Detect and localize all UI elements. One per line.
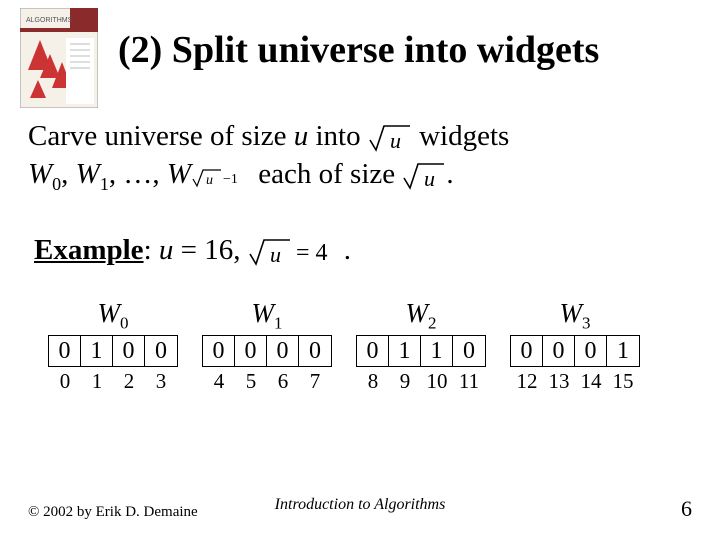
text: widgets [412,120,509,152]
footer-title: Introduction to Algorithms [275,496,446,514]
widget-block: W1 0 0 0 0 4 5 6 7 [202,298,332,394]
page-number: 6 [681,496,692,522]
index: 4 [203,369,235,394]
var-w: W [167,158,191,190]
var-u: u [294,120,309,152]
index: 6 [267,369,299,394]
example-label: Example [34,234,144,266]
index: 8 [357,369,389,394]
sub: 3 [582,313,591,332]
index: 14 [575,369,607,394]
svg-text:u: u [390,128,401,153]
widget-block: W2 0 1 1 0 8 9 10 11 [356,298,486,394]
index: 3 [145,369,177,394]
index: 12 [511,369,543,394]
sqrt-u-icon: u [368,122,412,154]
index: 7 [299,369,331,394]
index: 1 [81,369,113,394]
sqrt-u-icon: u [402,160,446,192]
widget-block: W0 0 1 0 0 0 1 2 3 [48,298,178,394]
cell: 1 [389,336,421,366]
widget-label: W3 [560,298,591,333]
svg-text:−1: −1 [223,172,238,187]
cell: 1 [421,336,453,366]
w: W [560,298,583,328]
cell: 0 [299,336,331,366]
w: W [98,298,121,328]
cell: 0 [357,336,389,366]
cell: 1 [607,336,639,366]
text: Carve universe of size [28,120,294,152]
widget-label: W1 [252,298,283,333]
text: , …, [109,158,167,190]
index: 13 [543,369,575,394]
sub: 1 [100,173,109,193]
var-w: W [76,158,100,190]
svg-text:u: u [206,173,213,188]
sub: 0 [52,173,61,193]
cell: 1 [81,336,113,366]
widget-row: W0 0 1 0 0 0 1 2 3 W1 0 0 [48,298,688,394]
index: 2 [113,369,145,394]
indices: 0 1 2 3 [49,369,177,394]
cells: 0 1 0 0 [48,335,178,367]
sqrt-u-minus-1-subscript-icon: u −1 [191,167,251,189]
cell: 0 [145,336,177,366]
text: : [144,234,159,266]
widget-block: W3 0 0 0 1 12 13 14 15 [510,298,640,394]
widget-label: W0 [98,298,129,333]
svg-text:u: u [270,242,281,267]
w: W [252,298,275,328]
text: . [446,158,453,190]
svg-text:u: u [424,166,435,191]
index: 0 [49,369,81,394]
text: , [61,158,76,190]
example-line: Example: u = 16, u = 4. [34,234,351,268]
widget-table: W0 0 1 0 0 0 1 2 3 W1 0 0 [48,298,688,394]
cell: 0 [453,336,485,366]
cell: 0 [49,336,81,366]
cells: 0 1 1 0 [356,335,486,367]
indices: 8 9 10 11 [357,369,485,394]
copyright-text: © 2002 by Erik D. Demaine [28,504,198,521]
text: = 16, [173,234,247,266]
cell: 0 [267,336,299,366]
indices: 4 5 6 7 [203,369,331,394]
index: 15 [607,369,639,394]
widget-label: W2 [406,298,437,333]
cell: 0 [543,336,575,366]
cell: 0 [575,336,607,366]
var-u: u [159,234,174,266]
svg-text:= 4: = 4 [296,240,328,266]
book-cover-image: ALGORITHMS [20,8,98,108]
cell: 0 [235,336,267,366]
footer: © 2002 by Erik D. Demaine Introduction t… [28,496,692,522]
sub: 0 [120,313,129,332]
cell: 0 [511,336,543,366]
cell: 0 [203,336,235,366]
var-w: W [28,158,52,190]
index: 10 [421,369,453,394]
text: . [344,234,351,266]
text: into [308,120,368,152]
svg-text:ALGORITHMS: ALGORITHMS [26,17,73,24]
slide-title: (2) Split universe into widgets [118,28,599,72]
sub: 1 [274,313,283,332]
body-paragraph: Carve universe of size u into u widgets … [28,118,688,196]
index: 5 [235,369,267,394]
slide: ALGORITHMS (2) Split universe into widge… [0,0,720,540]
index: 11 [453,369,485,394]
index: 9 [389,369,421,394]
text: each of size [251,158,402,190]
cell: 0 [113,336,145,366]
cells: 0 0 0 0 [202,335,332,367]
sub: 2 [428,313,437,332]
cells: 0 0 0 1 [510,335,640,367]
sqrt-u-eq-4-icon: u = 4 [248,236,344,268]
w: W [406,298,429,328]
indices: 12 13 14 15 [511,369,639,394]
